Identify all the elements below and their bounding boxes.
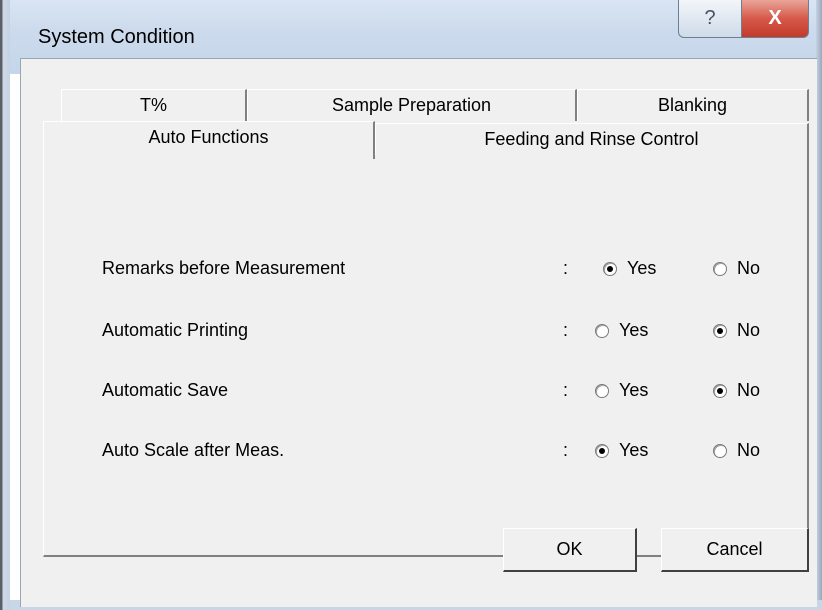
radio-label: Yes <box>619 440 649 460</box>
setting-label-auto-save: Automatic Save <box>102 380 229 400</box>
setting-label-remarks: Remarks before Measurement <box>102 258 346 278</box>
tab-label: Sample Preparation <box>331 95 492 115</box>
radio-label: No <box>737 320 761 340</box>
tab-label: Feeding and Rinse Control <box>484 129 699 149</box>
radio-checked-icon <box>603 261 617 276</box>
separator: : <box>563 258 569 278</box>
dialog-window: System Condition ? X T% Sample Preparati… <box>0 0 822 610</box>
window-title: System Condition <box>38 26 195 48</box>
tab-label: Blanking <box>657 95 728 115</box>
radio-save-no[interactable]: No <box>713 380 760 401</box>
radio-unchecked-icon <box>713 261 727 276</box>
radio-checked-icon <box>595 443 609 458</box>
separator: : <box>563 320 569 340</box>
cancel-button[interactable]: Cancel <box>661 528 809 572</box>
radio-label: Yes <box>619 320 649 340</box>
radio-remarks-no[interactable]: No <box>713 258 760 279</box>
radio-unchecked-icon <box>595 323 609 338</box>
separator: : <box>563 440 569 460</box>
button-label: Cancel <box>706 539 763 559</box>
radio-label: No <box>737 440 761 460</box>
radio-checked-icon <box>713 383 727 398</box>
help-icon: ? <box>704 7 716 29</box>
ok-button[interactable]: OK <box>503 528 637 572</box>
radio-printing-no[interactable]: No <box>713 320 760 341</box>
radio-unchecked-icon <box>595 383 609 398</box>
tab-panel-auto-functions: Remarks before Measurement : Yes No Auto… <box>43 153 809 557</box>
radio-checked-icon <box>713 323 727 338</box>
radio-label: No <box>737 258 761 278</box>
setting-label-auto-printing: Automatic Printing <box>102 320 249 340</box>
tab-label: T% <box>140 95 167 115</box>
radio-unchecked-icon <box>713 443 727 458</box>
radio-label: No <box>737 380 761 400</box>
setting-label-auto-scale: Auto Scale after Meas. <box>102 440 285 460</box>
tab-blanking[interactable]: Blanking <box>577 89 809 121</box>
dialog-client-area: T% Sample Preparation Blanking Remarks b… <box>20 58 817 607</box>
tab-label: Auto Functions <box>148 127 269 147</box>
tab-t-percent[interactable]: T% <box>61 89 247 121</box>
tab-sample-preparation[interactable]: Sample Preparation <box>247 89 577 121</box>
tab-feeding-rinse-control[interactable]: Feeding and Rinse Control <box>375 123 809 155</box>
window-frame-left <box>0 0 10 610</box>
help-button[interactable]: ? <box>678 0 742 38</box>
radio-scale-no[interactable]: No <box>713 440 760 461</box>
tab-auto-functions[interactable]: Auto Functions <box>43 121 375 159</box>
close-button[interactable]: X <box>741 0 809 38</box>
separator: : <box>563 380 569 400</box>
radio-printing-yes[interactable]: Yes <box>595 320 648 341</box>
radio-remarks-yes[interactable]: Yes <box>603 258 656 279</box>
close-icon: X <box>768 7 782 29</box>
radio-label: Yes <box>627 258 657 278</box>
radio-scale-yes[interactable]: Yes <box>595 440 648 461</box>
radio-label: Yes <box>619 380 649 400</box>
radio-save-yes[interactable]: Yes <box>595 380 648 401</box>
button-label: OK <box>556 539 583 559</box>
